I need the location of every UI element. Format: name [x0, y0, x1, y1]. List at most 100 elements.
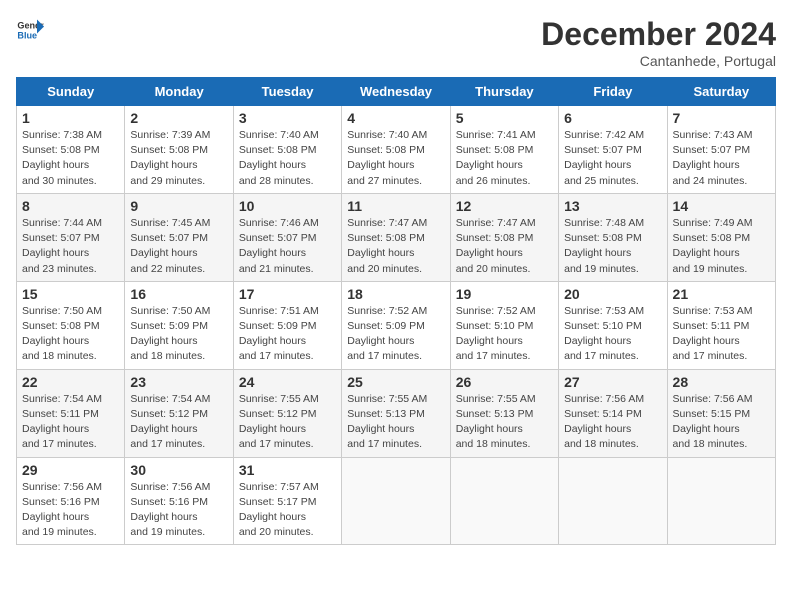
day-cell-18: 18 Sunrise: 7:52 AM Sunset: 5:09 PM Dayl…: [342, 281, 450, 369]
day-info: Sunrise: 7:42 AM Sunset: 5:07 PM Dayligh…: [564, 128, 661, 189]
day-info: Sunrise: 7:47 AM Sunset: 5:08 PM Dayligh…: [456, 216, 553, 277]
day-cell-11: 11 Sunrise: 7:47 AM Sunset: 5:08 PM Dayl…: [342, 193, 450, 281]
day-info: Sunrise: 7:51 AM Sunset: 5:09 PM Dayligh…: [239, 304, 336, 365]
weekday-header-row: Sunday Monday Tuesday Wednesday Thursday…: [17, 78, 776, 106]
day-info: Sunrise: 7:56 AM Sunset: 5:16 PM Dayligh…: [22, 480, 119, 541]
day-number: 20: [564, 286, 661, 302]
day-cell-1: 1 Sunrise: 7:38 AM Sunset: 5:08 PM Dayli…: [17, 106, 125, 194]
day-number: 5: [456, 110, 553, 126]
day-info: Sunrise: 7:44 AM Sunset: 5:07 PM Dayligh…: [22, 216, 119, 277]
day-info: Sunrise: 7:53 AM Sunset: 5:11 PM Dayligh…: [673, 304, 770, 365]
day-number: 31: [239, 462, 336, 478]
day-number: 19: [456, 286, 553, 302]
calendar-row-3: 15 Sunrise: 7:50 AM Sunset: 5:08 PM Dayl…: [17, 281, 776, 369]
day-number: 8: [22, 198, 119, 214]
day-info: Sunrise: 7:54 AM Sunset: 5:12 PM Dayligh…: [130, 392, 227, 453]
logo-icon: General Blue: [16, 16, 44, 44]
day-info: Sunrise: 7:56 AM Sunset: 5:14 PM Dayligh…: [564, 392, 661, 453]
day-number: 29: [22, 462, 119, 478]
day-info: Sunrise: 7:39 AM Sunset: 5:08 PM Dayligh…: [130, 128, 227, 189]
col-wednesday: Wednesday: [342, 78, 450, 106]
day-info: Sunrise: 7:56 AM Sunset: 5:16 PM Dayligh…: [130, 480, 227, 541]
day-info: Sunrise: 7:45 AM Sunset: 5:07 PM Dayligh…: [130, 216, 227, 277]
title-block: December 2024 Cantanhede, Portugal: [541, 16, 776, 69]
day-cell-5: 5 Sunrise: 7:41 AM Sunset: 5:08 PM Dayli…: [450, 106, 558, 194]
day-info: Sunrise: 7:56 AM Sunset: 5:15 PM Dayligh…: [673, 392, 770, 453]
day-cell-25: 25 Sunrise: 7:55 AM Sunset: 5:13 PM Dayl…: [342, 369, 450, 457]
day-info: Sunrise: 7:38 AM Sunset: 5:08 PM Dayligh…: [22, 128, 119, 189]
calendar-row-5: 29 Sunrise: 7:56 AM Sunset: 5:16 PM Dayl…: [17, 457, 776, 545]
day-number: 1: [22, 110, 119, 126]
day-cell-23: 23 Sunrise: 7:54 AM Sunset: 5:12 PM Dayl…: [125, 369, 233, 457]
day-info: Sunrise: 7:50 AM Sunset: 5:09 PM Dayligh…: [130, 304, 227, 365]
day-number: 21: [673, 286, 770, 302]
empty-cell: [450, 457, 558, 545]
calendar-table: Sunday Monday Tuesday Wednesday Thursday…: [16, 77, 776, 545]
day-cell-24: 24 Sunrise: 7:55 AM Sunset: 5:12 PM Dayl…: [233, 369, 341, 457]
day-cell-21: 21 Sunrise: 7:53 AM Sunset: 5:11 PM Dayl…: [667, 281, 775, 369]
day-number: 4: [347, 110, 444, 126]
day-number: 14: [673, 198, 770, 214]
day-number: 9: [130, 198, 227, 214]
day-number: 27: [564, 374, 661, 390]
day-cell-29: 29 Sunrise: 7:56 AM Sunset: 5:16 PM Dayl…: [17, 457, 125, 545]
calendar-row-1: 1 Sunrise: 7:38 AM Sunset: 5:08 PM Dayli…: [17, 106, 776, 194]
day-cell-20: 20 Sunrise: 7:53 AM Sunset: 5:10 PM Dayl…: [559, 281, 667, 369]
day-info: Sunrise: 7:52 AM Sunset: 5:09 PM Dayligh…: [347, 304, 444, 365]
day-info: Sunrise: 7:55 AM Sunset: 5:13 PM Dayligh…: [456, 392, 553, 453]
col-thursday: Thursday: [450, 78, 558, 106]
day-number: 18: [347, 286, 444, 302]
day-number: 24: [239, 374, 336, 390]
day-info: Sunrise: 7:57 AM Sunset: 5:17 PM Dayligh…: [239, 480, 336, 541]
day-number: 16: [130, 286, 227, 302]
day-number: 7: [673, 110, 770, 126]
day-cell-4: 4 Sunrise: 7:40 AM Sunset: 5:08 PM Dayli…: [342, 106, 450, 194]
empty-cell: [342, 457, 450, 545]
day-cell-31: 31 Sunrise: 7:57 AM Sunset: 5:17 PM Dayl…: [233, 457, 341, 545]
month-title: December 2024: [541, 16, 776, 53]
day-info: Sunrise: 7:55 AM Sunset: 5:12 PM Dayligh…: [239, 392, 336, 453]
day-info: Sunrise: 7:43 AM Sunset: 5:07 PM Dayligh…: [673, 128, 770, 189]
day-info: Sunrise: 7:47 AM Sunset: 5:08 PM Dayligh…: [347, 216, 444, 277]
col-monday: Monday: [125, 78, 233, 106]
day-info: Sunrise: 7:55 AM Sunset: 5:13 PM Dayligh…: [347, 392, 444, 453]
location: Cantanhede, Portugal: [541, 53, 776, 69]
day-number: 26: [456, 374, 553, 390]
day-info: Sunrise: 7:41 AM Sunset: 5:08 PM Dayligh…: [456, 128, 553, 189]
day-cell-8: 8 Sunrise: 7:44 AM Sunset: 5:07 PM Dayli…: [17, 193, 125, 281]
day-number: 6: [564, 110, 661, 126]
day-number: 23: [130, 374, 227, 390]
day-number: 11: [347, 198, 444, 214]
day-cell-13: 13 Sunrise: 7:48 AM Sunset: 5:08 PM Dayl…: [559, 193, 667, 281]
day-info: Sunrise: 7:54 AM Sunset: 5:11 PM Dayligh…: [22, 392, 119, 453]
empty-cell: [559, 457, 667, 545]
day-number: 28: [673, 374, 770, 390]
day-cell-19: 19 Sunrise: 7:52 AM Sunset: 5:10 PM Dayl…: [450, 281, 558, 369]
day-cell-28: 28 Sunrise: 7:56 AM Sunset: 5:15 PM Dayl…: [667, 369, 775, 457]
day-number: 30: [130, 462, 227, 478]
empty-cell: [667, 457, 775, 545]
col-tuesday: Tuesday: [233, 78, 341, 106]
day-info: Sunrise: 7:40 AM Sunset: 5:08 PM Dayligh…: [347, 128, 444, 189]
day-cell-27: 27 Sunrise: 7:56 AM Sunset: 5:14 PM Dayl…: [559, 369, 667, 457]
logo: General Blue: [16, 16, 44, 44]
day-cell-7: 7 Sunrise: 7:43 AM Sunset: 5:07 PM Dayli…: [667, 106, 775, 194]
day-number: 12: [456, 198, 553, 214]
day-info: Sunrise: 7:52 AM Sunset: 5:10 PM Dayligh…: [456, 304, 553, 365]
day-number: 15: [22, 286, 119, 302]
svg-text:Blue: Blue: [17, 30, 37, 40]
day-number: 25: [347, 374, 444, 390]
day-info: Sunrise: 7:40 AM Sunset: 5:08 PM Dayligh…: [239, 128, 336, 189]
day-cell-2: 2 Sunrise: 7:39 AM Sunset: 5:08 PM Dayli…: [125, 106, 233, 194]
day-cell-10: 10 Sunrise: 7:46 AM Sunset: 5:07 PM Dayl…: [233, 193, 341, 281]
col-friday: Friday: [559, 78, 667, 106]
day-info: Sunrise: 7:50 AM Sunset: 5:08 PM Dayligh…: [22, 304, 119, 365]
day-number: 3: [239, 110, 336, 126]
page-header: General Blue December 2024 Cantanhede, P…: [16, 16, 776, 69]
day-cell-14: 14 Sunrise: 7:49 AM Sunset: 5:08 PM Dayl…: [667, 193, 775, 281]
day-cell-16: 16 Sunrise: 7:50 AM Sunset: 5:09 PM Dayl…: [125, 281, 233, 369]
day-cell-30: 30 Sunrise: 7:56 AM Sunset: 5:16 PM Dayl…: [125, 457, 233, 545]
day-cell-9: 9 Sunrise: 7:45 AM Sunset: 5:07 PM Dayli…: [125, 193, 233, 281]
day-info: Sunrise: 7:53 AM Sunset: 5:10 PM Dayligh…: [564, 304, 661, 365]
day-number: 2: [130, 110, 227, 126]
